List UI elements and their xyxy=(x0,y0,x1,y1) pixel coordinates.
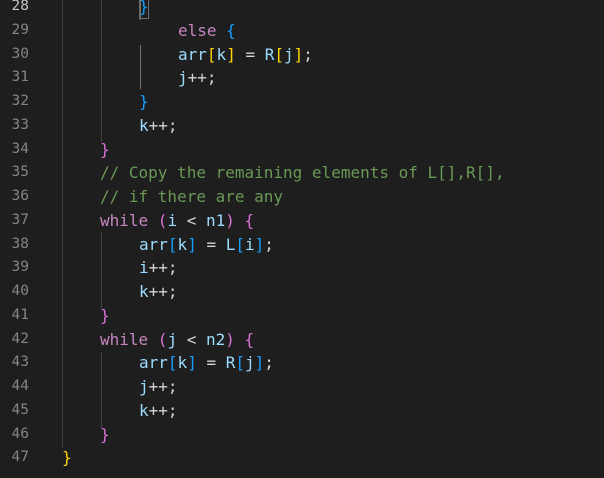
code-line[interactable]: } xyxy=(100,304,110,328)
code-token: = xyxy=(196,353,226,373)
code-token: ++; xyxy=(148,377,178,396)
code-token: ( xyxy=(157,329,168,349)
code-area[interactable]: } else {arr[k] = R[j]; j++;} k++;}// Copy t… xyxy=(0,0,604,478)
code-token: } xyxy=(100,139,110,159)
indent-guide xyxy=(101,352,102,428)
code-line[interactable]: j++; xyxy=(178,66,217,90)
code-line[interactable]: k++; xyxy=(139,114,178,138)
code-line[interactable]: while (i < n1) { xyxy=(100,209,254,233)
code-token: i xyxy=(139,258,149,278)
code-token: k xyxy=(139,400,149,420)
code-token: ++; xyxy=(148,115,178,135)
code-token: ) xyxy=(225,329,235,349)
code-token: ] xyxy=(254,353,265,373)
code-token: arr xyxy=(139,234,168,254)
code-line[interactable]: } xyxy=(139,90,149,114)
code-line[interactable]: arr[k] = R[j]; xyxy=(139,351,274,375)
code-token: // Copy the remaining elements of L[],R[… xyxy=(100,163,505,183)
code-token: { xyxy=(244,329,255,349)
code-token: k xyxy=(177,234,188,254)
code-token: k xyxy=(216,44,227,64)
code-token: < xyxy=(177,329,206,349)
code-token: i xyxy=(167,210,178,230)
code-token: n1 xyxy=(205,210,226,230)
code-token: ; xyxy=(264,353,274,373)
code-token: < xyxy=(177,210,206,230)
code-token: } xyxy=(139,92,149,111)
code-token: = xyxy=(196,234,226,254)
code-line[interactable]: while (j < n2) { xyxy=(100,328,254,352)
code-line[interactable]: // Copy the remaining elements of L[],R[… xyxy=(100,161,505,185)
code-token: i xyxy=(245,234,255,254)
code-token: [ xyxy=(167,234,178,254)
code-token: ] xyxy=(226,44,236,64)
code-token: // if there are any xyxy=(100,187,284,206)
indent-guide xyxy=(140,45,141,89)
code-token: ++; xyxy=(148,282,178,301)
code-token: while xyxy=(100,210,158,230)
code-editor[interactable]: 28 29 30 31 32 33 34 35 36 37 38 39 40 41 42 43 44 45 46 47… xyxy=(0,0,604,478)
code-token: else xyxy=(178,20,227,40)
code-token: R xyxy=(225,353,236,373)
code-line[interactable]: } xyxy=(100,138,110,162)
code-token: ++; xyxy=(148,400,178,420)
code-token: j xyxy=(178,68,188,88)
code-line[interactable]: j++; xyxy=(139,375,178,399)
horizontal-scrollbar[interactable] xyxy=(0,472,604,478)
code-token: { xyxy=(226,20,236,40)
bracket-match-highlight xyxy=(139,0,149,19)
code-token: [ xyxy=(235,234,246,254)
code-token: ] xyxy=(293,44,304,64)
code-token: } xyxy=(100,424,110,444)
code-token: k xyxy=(139,115,149,135)
code-token: j xyxy=(167,329,178,349)
indent-guide xyxy=(101,0,102,142)
indent-guide xyxy=(62,0,63,448)
code-token: R xyxy=(264,44,275,64)
code-line[interactable]: } xyxy=(100,423,110,447)
code-token: n2 xyxy=(205,329,226,349)
code-token: arr xyxy=(139,353,168,373)
code-line[interactable]: i++; xyxy=(139,256,178,280)
code-line[interactable]: k++; xyxy=(139,280,178,304)
code-token: L xyxy=(225,234,236,254)
code-token: j xyxy=(139,377,149,396)
code-token: = xyxy=(235,44,265,64)
code-token: j xyxy=(284,44,294,64)
code-line[interactable]: k++; xyxy=(139,399,178,423)
code-token: ++; xyxy=(187,68,217,88)
code-token: [ xyxy=(235,353,246,373)
code-token: arr xyxy=(178,44,207,64)
code-token: k xyxy=(139,282,149,301)
code-token: } xyxy=(100,305,110,325)
code-token: while xyxy=(100,329,158,349)
code-token: ) xyxy=(225,210,235,230)
code-token: ( xyxy=(157,210,168,230)
code-token: [ xyxy=(274,44,285,64)
code-token: ; xyxy=(264,234,274,254)
code-token: ] xyxy=(254,234,265,254)
code-token: } xyxy=(62,448,72,468)
code-token: ; xyxy=(303,44,313,64)
code-token: ] xyxy=(187,234,197,254)
code-token: [ xyxy=(167,353,178,373)
code-line[interactable]: else { xyxy=(178,19,236,43)
code-line[interactable]: } xyxy=(62,446,72,470)
code-token: ] xyxy=(187,353,197,373)
code-token: { xyxy=(244,210,255,230)
code-token: [ xyxy=(206,44,217,64)
code-token: k xyxy=(177,353,188,373)
code-line[interactable]: // if there are any xyxy=(100,185,283,209)
code-line[interactable]: arr[k] = L[i]; xyxy=(139,233,274,257)
code-line[interactable]: arr[k] = R[j]; xyxy=(178,43,313,67)
code-token: j xyxy=(245,353,255,373)
indent-guide xyxy=(101,232,102,308)
code-token: ++; xyxy=(148,258,178,278)
